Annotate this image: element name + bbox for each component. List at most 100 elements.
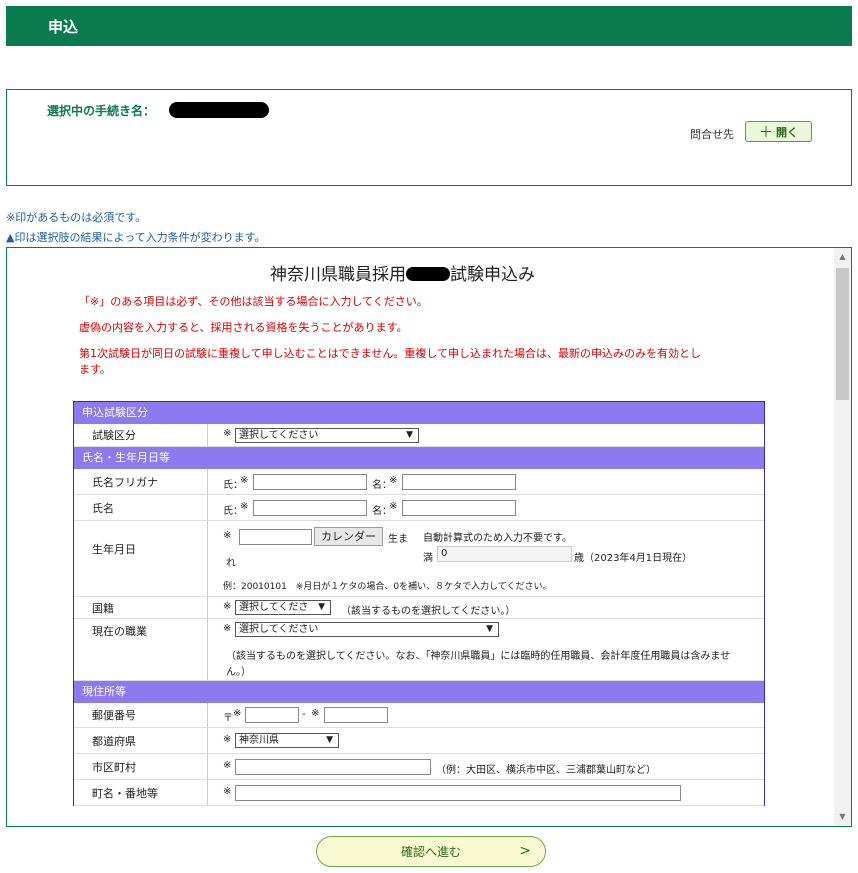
warning-required: 「※」のある項目は必ず、その他は該当する場合に入力してください。 <box>79 295 428 308</box>
conditional-note: ▲印は選択肢の結果によって入力条件が変わります。 <box>6 231 266 244</box>
row-occupation: 現在の職業 ※ 選択してください ▼ （該当するものを選択してください。なお、「… <box>74 619 764 681</box>
furigana-last-input[interactable] <box>253 474 367 490</box>
row-birthdate: 生年月日 ※ カレンダー 生ま れ 自動計算式のため入力不要です。 満 0 歳（… <box>74 521 764 597</box>
nationality-hint: （該当するものを選択してください。） <box>341 606 516 617</box>
open-contact-label: 開く <box>776 125 798 139</box>
chevron-down-icon: ▼ <box>486 624 493 634</box>
furigana-cell: 氏： ※ 名： ※ <box>208 469 764 494</box>
required-mark: ※ <box>389 475 398 486</box>
warning-false-info: 虚偽の内容を入力すると、採用される資格を失うことがあります。 <box>79 321 408 334</box>
occupation-hint: （該当するものを選択してください。なお、「神奈川県職員」には臨時的任用職員、会計… <box>226 651 731 662</box>
form-title-suffix: 試験申込み <box>450 265 535 285</box>
form-scrollbar[interactable]: ▲ ▼ <box>834 248 851 826</box>
postal-dash: - <box>302 709 306 720</box>
scroll-down-icon[interactable]: ▼ <box>834 810 851 824</box>
row-prefecture: 都道府県 ※ 神奈川県 ▼ <box>74 728 764 754</box>
occupation-label: 現在の職業 <box>74 619 208 680</box>
chevron-down-icon: ▼ <box>406 430 413 440</box>
city-label: 市区町村 <box>74 754 208 779</box>
required-mark: ※ <box>223 786 232 797</box>
age-output: 0 <box>437 546 572 562</box>
row-exam-type: 試験区分 ※ 選択してください ▼ <box>74 424 764 447</box>
auto-calc-note: 自動計算式のため入力不要です。 <box>423 533 572 544</box>
exam-type-label: 試験区分 <box>74 424 208 446</box>
age-prefix: 満 <box>423 553 433 564</box>
nationality-label: 国籍 <box>74 597 208 618</box>
required-mark: ※ <box>389 501 398 512</box>
warning-duplicate: 第1次試験日が同日の試験に重複して申し込むことはできません。重複して申し込まれた… <box>79 347 702 360</box>
required-mark: ※ <box>223 428 232 439</box>
born-label-cont: れ <box>226 558 236 569</box>
open-contact-button[interactable]: ＋ 開く <box>745 121 812 142</box>
required-mark: ※ <box>233 708 242 719</box>
form-frame: 神奈川県職員採用 試験申込み 「※」のある項目は必ず、その他は該当する場合に入力し… <box>6 247 852 827</box>
street-input[interactable] <box>235 785 681 801</box>
row-postal: 郵便番号 〒 ※ - ※ <box>74 703 764 728</box>
procedure-name-label: 選択中の手続き名： <box>47 104 156 118</box>
birthdate-label: 生年月日 <box>74 521 208 596</box>
nationality-value: 選択してくださ <box>239 602 309 613</box>
street-cell: ※ <box>208 780 764 805</box>
furigana-first-input[interactable] <box>402 474 516 490</box>
birthdate-input[interactable] <box>239 529 312 545</box>
section-name-birth: 氏名・生年月日等 <box>74 447 764 469</box>
birthdate-example: 例：20010101 ※月日が１ケタの場合、0を補い、８ケタで入力してください。 <box>223 582 552 592</box>
postal-code-second-input[interactable] <box>324 707 388 723</box>
postal-code-first-input[interactable] <box>245 707 299 723</box>
born-label: 生ま <box>388 534 408 545</box>
page-title: 申込 <box>48 18 79 36</box>
required-mark: ※ <box>223 623 232 634</box>
contact-label: 問合せ先 <box>690 128 734 141</box>
page-header: 申込 <box>6 6 852 46</box>
scroll-up-icon[interactable]: ▲ <box>834 250 851 264</box>
name-last-input[interactable] <box>253 500 367 516</box>
chevron-right-icon: > <box>519 843 531 859</box>
chevron-down-icon: ▼ <box>326 735 333 745</box>
nationality-select[interactable]: 選択してくださ ▼ <box>235 600 331 615</box>
warning-duplicate-cont: ます。 <box>79 363 111 376</box>
row-street: 町名・番地等 ※ <box>74 780 764 806</box>
exam-type-value: 選択してください <box>239 430 319 441</box>
prefecture-label: 都道府県 <box>74 728 208 753</box>
confirm-button[interactable]: 確認へ進む > <box>316 836 546 867</box>
required-mark: ※ <box>240 501 249 512</box>
required-mark: ※ <box>311 708 320 719</box>
confirm-button-label: 確認へ進む <box>400 845 461 859</box>
city-input[interactable] <box>235 759 431 775</box>
postal-label: 郵便番号 <box>74 703 208 727</box>
age-suffix: 歳（2023年4月1日現在） <box>574 553 693 564</box>
furigana-label: 氏名フリガナ <box>74 469 208 494</box>
redacted-exam-name <box>406 267 450 281</box>
prefecture-select[interactable]: 神奈川県 ▼ <box>235 733 339 748</box>
occupation-cell: ※ 選択してください ▼ （該当するものを選択してください。なお、「神奈川県職員… <box>208 619 764 680</box>
required-note: ※印があるものは必須です。 <box>6 211 147 224</box>
postal-prefix: 〒 <box>223 713 233 724</box>
birthdate-cell: ※ カレンダー 生ま れ 自動計算式のため入力不要です。 満 0 歳（2023年… <box>208 521 764 596</box>
scrollbar-thumb[interactable] <box>836 268 849 400</box>
plus-icon: ＋ <box>759 124 773 141</box>
required-mark: ※ <box>223 601 232 612</box>
occupation-select[interactable]: 選択してください ▼ <box>235 622 499 637</box>
row-furigana: 氏名フリガナ 氏： ※ 名： ※ <box>74 469 764 495</box>
section-address: 現住所等 <box>74 681 764 703</box>
form-title: 神奈川県職員採用 試験申込み <box>270 260 535 285</box>
street-label: 町名・番地等 <box>74 780 208 805</box>
required-mark: ※ <box>223 760 232 771</box>
redacted-procedure-name <box>169 102 269 118</box>
exam-type-select[interactable]: 選択してください ▼ <box>235 428 419 443</box>
section-exam-category: 申込試験区分 <box>74 402 764 424</box>
row-city: 市区町村 ※ （例：大田区、横浜市中区、三浦郡葉山町など） <box>74 754 764 780</box>
procedure-panel: 選択中の手続き名： 問合せ先 ＋ 開く <box>6 89 852 186</box>
application-form-table: 申込試験区分 試験区分 ※ 選択してください ▼ 氏名・生年月日等 氏名フリガナ… <box>73 401 765 806</box>
required-mark: ※ <box>240 475 249 486</box>
row-nationality: 国籍 ※ 選択してくださ ▼ （該当するものを選択してください。） <box>74 597 764 619</box>
prefecture-value: 神奈川県 <box>239 735 279 746</box>
city-hint: （例：大田区、横浜市中区、三浦郡葉山町など） <box>436 765 656 776</box>
calendar-button[interactable]: カレンダー <box>314 527 383 546</box>
postal-cell: 〒 ※ - ※ <box>208 703 764 727</box>
prefecture-cell: ※ 神奈川県 ▼ <box>208 728 764 753</box>
occupation-hint-cont: ん。） <box>226 667 251 678</box>
name-label: 氏名 <box>74 495 208 520</box>
nationality-cell: ※ 選択してくださ ▼ （該当するものを選択してください。） <box>208 597 764 618</box>
name-first-input[interactable] <box>402 500 516 516</box>
